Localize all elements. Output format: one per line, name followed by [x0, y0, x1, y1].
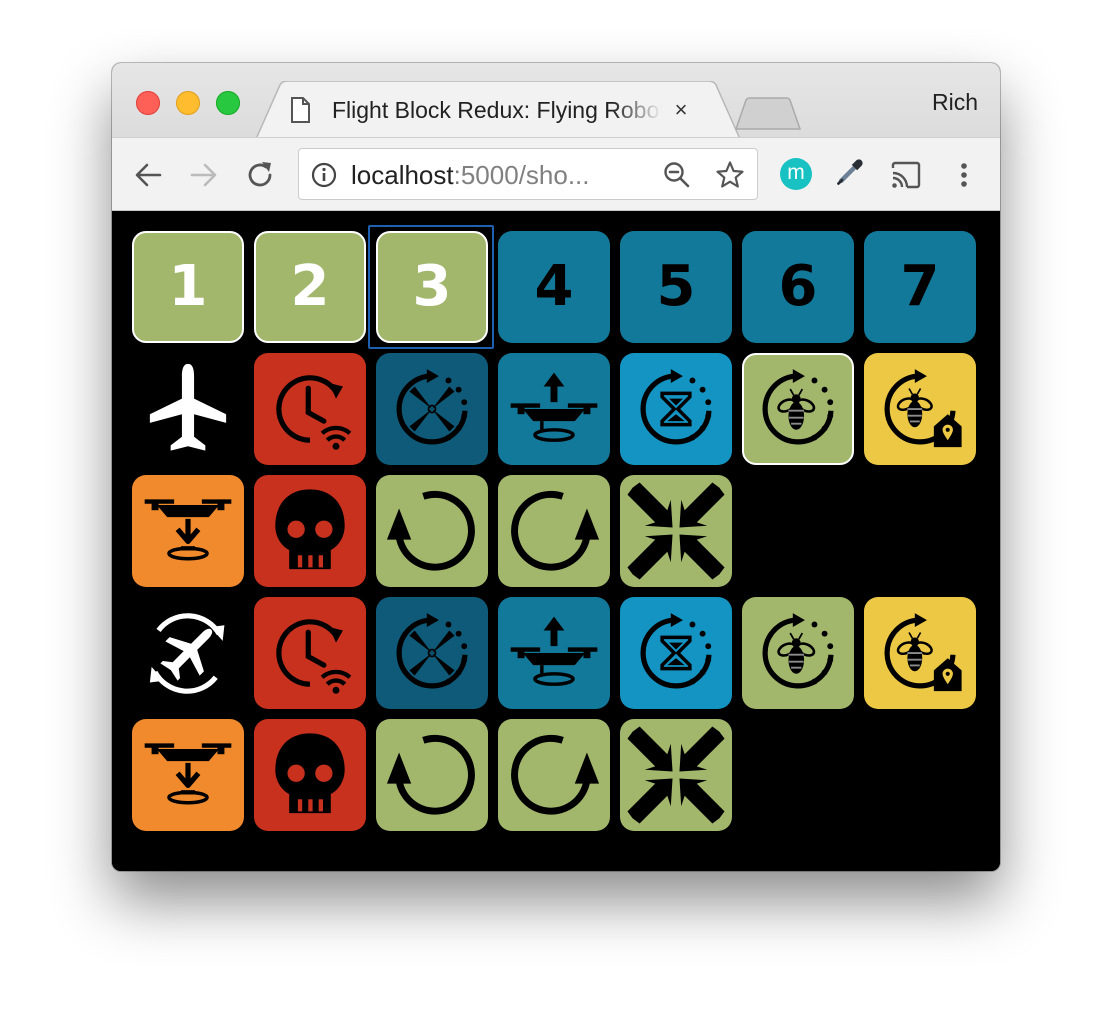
- compress-icon: [627, 482, 725, 580]
- spin-propellers-icon: [396, 369, 468, 445]
- bee-home-icon: [884, 613, 962, 692]
- palette-skull-block[interactable]: [254, 475, 366, 587]
- level-number: 1: [168, 254, 208, 319]
- palette-rotate-left-block[interactable]: [376, 475, 488, 587]
- bee-loop-icon: [762, 369, 834, 445]
- wait-for-signal-icon: [276, 375, 352, 450]
- program-bee-home-block[interactable]: [864, 597, 976, 709]
- eyedropper-icon[interactable]: [834, 156, 866, 188]
- program-spin-propellers-block[interactable]: [376, 597, 488, 709]
- rotate-left-icon: [386, 490, 475, 571]
- airplane-icon: [149, 363, 227, 451]
- palette-bee-home-block[interactable]: [864, 353, 976, 465]
- close-window-button[interactable]: [136, 91, 160, 115]
- program-hourglass-loop-block[interactable]: [620, 597, 732, 709]
- program-skull-block[interactable]: [254, 719, 366, 831]
- level-number: 3: [412, 254, 452, 319]
- bookmark-star-icon[interactable]: [715, 160, 745, 190]
- level-6-button[interactable]: 6: [742, 231, 854, 343]
- wait-for-signal-icon: [276, 619, 352, 694]
- bee-home-icon: [884, 369, 962, 448]
- active-tab[interactable]: Flight Block Redux: Flying Robots ×: [256, 81, 742, 139]
- spin-propellers-icon: [396, 613, 468, 689]
- hourglass-loop-icon: [640, 613, 712, 689]
- level-number: 7: [900, 254, 940, 319]
- level-number: 6: [778, 254, 818, 319]
- url-host: localhost: [351, 160, 454, 190]
- program-wait-for-signal-block[interactable]: [254, 597, 366, 709]
- info-icon[interactable]: [311, 162, 337, 188]
- program-rotate-left-block[interactable]: [376, 719, 488, 831]
- profile-name[interactable]: Rich: [932, 89, 978, 116]
- bee-loop-icon: [762, 613, 834, 689]
- rotate-right-icon: [511, 734, 600, 815]
- level-2-button[interactable]: 2: [254, 231, 366, 343]
- menu-dots-icon[interactable]: [948, 159, 980, 191]
- url-text: localhost:5000/sho...: [351, 161, 590, 189]
- tab-title: Flight Block Redux: Flying Robots: [332, 97, 662, 123]
- address-bar[interactable]: localhost:5000/sho...: [298, 148, 758, 200]
- zoom-out-icon[interactable]: [663, 161, 691, 189]
- palette-land-block[interactable]: [132, 475, 244, 587]
- browser-window: Flight Block Redux: Flying Robots × Rich…: [112, 63, 1000, 871]
- back-arrow-icon[interactable]: [132, 159, 164, 191]
- rotate-left-icon: [386, 734, 475, 815]
- rotate-right-icon: [511, 490, 600, 571]
- takeoff-icon: [510, 372, 598, 442]
- palette-airplane-block[interactable]: [132, 353, 244, 465]
- program-land-block[interactable]: [132, 719, 244, 831]
- palette-wait-for-signal-block[interactable]: [254, 353, 366, 465]
- cast-icon[interactable]: [890, 159, 922, 191]
- program-takeoff-block[interactable]: [498, 597, 610, 709]
- level-number: 5: [656, 254, 696, 319]
- program-compress-block[interactable]: [620, 719, 732, 831]
- page-icon: [291, 97, 310, 123]
- minimize-window-button[interactable]: [176, 91, 200, 115]
- level-4-button[interactable]: 4: [498, 231, 610, 343]
- land-icon: [144, 743, 232, 805]
- level-7-button[interactable]: 7: [864, 231, 976, 343]
- forward-arrow-icon[interactable]: [188, 159, 220, 191]
- program-rotate-right-block[interactable]: [498, 719, 610, 831]
- palette-takeoff-block[interactable]: [498, 353, 610, 465]
- title-bar: Flight Block Redux: Flying Robots × Rich: [112, 63, 1000, 139]
- level-number: 4: [534, 254, 574, 319]
- program-plane-loop-block[interactable]: [132, 597, 244, 709]
- land-icon: [144, 499, 232, 561]
- plane-loop-icon: [149, 613, 225, 694]
- hourglass-loop-icon: [640, 369, 712, 445]
- level-1-button[interactable]: 1: [132, 231, 244, 343]
- level-number: 2: [290, 254, 330, 319]
- tab-close-button[interactable]: ×: [666, 95, 696, 125]
- block-workspace: 1 2 3 4 5 6 7: [112, 211, 1000, 871]
- skull-icon: [275, 489, 345, 570]
- reload-icon[interactable]: [244, 159, 276, 191]
- browser-toolbar: localhost:5000/sho... m: [112, 137, 1000, 211]
- takeoff-icon: [510, 616, 598, 686]
- level-5-button[interactable]: 5: [620, 231, 732, 343]
- url-path: :5000/sho...: [453, 160, 590, 190]
- extension-m-icon[interactable]: m: [780, 158, 812, 190]
- palette-hourglass-loop-block[interactable]: [620, 353, 732, 465]
- maximize-window-button[interactable]: [216, 91, 240, 115]
- new-tab-button[interactable]: [734, 97, 802, 131]
- program-bee-loop-block[interactable]: [742, 597, 854, 709]
- compress-icon: [627, 726, 725, 824]
- palette-bee-loop-block[interactable]: [742, 353, 854, 465]
- palette-rotate-right-block[interactable]: [498, 475, 610, 587]
- skull-icon: [275, 733, 345, 814]
- level-3-button[interactable]: 3: [376, 231, 488, 343]
- palette-spin-propellers-block[interactable]: [376, 353, 488, 465]
- palette-compress-block[interactable]: [620, 475, 732, 587]
